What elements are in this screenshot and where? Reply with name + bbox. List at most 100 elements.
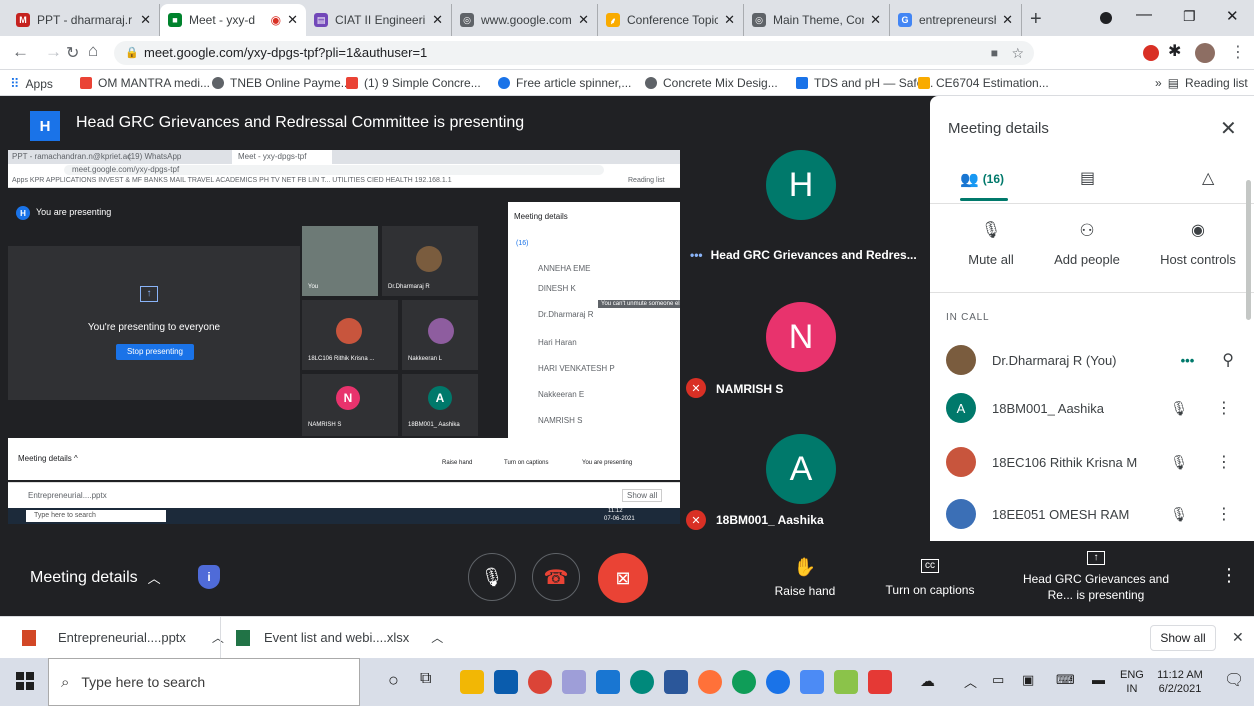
stop-presenting-button[interactable]: Stop presenting [116,344,194,360]
presenting-button[interactable]: ↑ Head GRC Grievances and Re... is prese… [1016,551,1176,603]
url-bar[interactable]: 🔒 meet.google.com/yxy-dpgs-tpf?pli=1&aut… [114,41,1034,65]
more-options-icon[interactable]: ⋮ [1220,565,1238,586]
language-indicator[interactable]: ENG IN [1120,668,1144,696]
meeting-details-button[interactable]: Meeting details ︿ [30,568,161,587]
tab-meet[interactable]: ■ Meet - yxy-d ◉ ✕ [160,4,306,36]
store-icon[interactable] [494,670,518,694]
leave-call-button[interactable]: ☎ [532,553,580,601]
tab-main-theme[interactable]: ◎ Main Theme, Con ✕ [744,4,890,36]
minimize-icon[interactable]: — [1136,6,1152,24]
restore-icon[interactable]: ❐ [1183,8,1196,25]
extension-icon[interactable] [1143,45,1159,61]
download-item-pptx[interactable]: Entrepreneurial....pptx ︿ [22,629,224,646]
word-icon[interactable] [664,670,688,694]
bookmark-om-mantra[interactable]: OM MANTRA medi... [80,76,210,90]
profile-icon[interactable] [1100,12,1112,24]
app-icon[interactable] [562,670,586,694]
inner-tile-rithik: 18LC106 Rithik Krisna ... [302,300,398,370]
show-all-button[interactable]: Show all [1150,625,1216,651]
more-options-icon[interactable]: ⋮ [1216,504,1232,524]
panel-scrollbar[interactable] [1246,180,1251,320]
security-icon[interactable]: ▣ [1022,672,1034,688]
participant-row[interactable]: A 18BM001_ Aashika 🎙 ⋮ [946,388,1242,428]
reading-list[interactable]: » ▤ Reading list [1155,76,1248,90]
more-options-icon[interactable]: ⋮ [1216,452,1232,472]
back-icon[interactable]: ← [12,42,29,62]
close-tab-icon[interactable]: ✕ [287,12,298,28]
bookmark-tneb[interactable]: TNEB Online Payme... [212,76,351,90]
close-panel-icon[interactable]: ✕ [1220,116,1237,141]
bookmark-ce6704[interactable]: CE6704 Estimation... [918,76,1049,90]
tab-people[interactable]: 👥 (16) [960,170,1004,188]
close-tab-icon[interactable]: ✕ [140,12,151,28]
mail-icon[interactable] [596,670,620,694]
globe-icon: ◎ [752,13,766,27]
keyboard-icon[interactable]: ⌨ [1056,672,1075,688]
close-tab-icon[interactable]: ✕ [724,12,735,28]
close-downloads-icon[interactable]: ✕ [1232,629,1244,646]
tray-chevron-icon[interactable]: ︿ [964,672,977,691]
microphone-button[interactable]: 🎙 [468,553,516,601]
raise-hand-button[interactable]: ✋ Raise hand [760,557,850,598]
camera-icon[interactable]: ■ [991,41,998,65]
firefox-icon[interactable] [698,670,722,694]
close-tab-icon[interactable]: ✕ [1002,12,1013,28]
reload-icon[interactable]: ↻ [66,43,79,63]
chrome-profile-icon[interactable] [766,670,790,694]
chrome-icon[interactable] [528,670,552,694]
bookmark-mix-design[interactable]: Concrete Mix Desig... [645,76,778,90]
more-options-icon[interactable]: ⋮ [1216,398,1232,418]
tab-chat[interactable]: ▤ [1080,168,1095,188]
bookmark-tds[interactable]: TDS and pH — Safe... [796,76,933,90]
bookmark-label: Apps [25,77,53,91]
display-icon[interactable]: ▬ [1092,672,1105,687]
download-filename: Entrepreneurial....pptx [58,630,186,645]
forward-icon[interactable]: → [45,42,62,62]
bookmark-spinner[interactable]: Free article spinner,... [498,76,631,90]
photos-icon[interactable] [800,670,824,694]
tab-conference[interactable]: ⸙ Conference Topic ✕ [598,4,744,36]
windows-start-icon[interactable] [16,672,34,690]
meet-app-icon[interactable] [630,670,654,694]
captions-button[interactable]: cc Turn on captions [880,557,980,597]
puzzle-icon[interactable]: ✱ [1168,41,1181,61]
download-item-xlsx[interactable]: Event list and webi....xlsx ︿ [236,629,443,646]
close-window-icon[interactable]: ✕ [1226,7,1239,25]
tab-google[interactable]: ◎ www.google.com ✕ [452,4,598,36]
tab-ciat[interactable]: ▤ CIAT II Engineerin ✕ [306,4,452,36]
notifications-icon[interactable]: 🗨 [1224,670,1244,690]
host-controls-button[interactable]: ◉ Host controls [1148,216,1248,267]
avatar[interactable] [1195,43,1215,63]
tab-activities[interactable]: △ [1202,168,1214,188]
tab-entrepreneurship[interactable]: G entrepreneurship ✕ [890,4,1022,36]
camera-off-button[interactable]: ⊠ [598,553,648,603]
shield-icon[interactable]: i [198,565,220,589]
chrome-alt-icon[interactable] [732,670,756,694]
close-tab-icon[interactable]: ✕ [870,12,881,28]
mute-all-button[interactable]: 🎙 Mute all [946,216,1036,267]
onedrive-icon[interactable]: ☁ [920,672,935,690]
acrobat-icon[interactable] [868,670,892,694]
clock[interactable]: 11:12 AM 6/2/2021 [1150,668,1210,696]
task-view-icon[interactable]: ⧉ [420,670,431,688]
cortana-icon[interactable]: ○ [388,670,399,691]
home-icon[interactable]: ⌂ [88,41,98,61]
taskbar-search[interactable]: ⌕ Type here to search [48,658,360,706]
file-explorer-icon[interactable] [460,670,484,694]
participant-row[interactable]: 18EE051 OMESH RAM 🎙 ⋮ [946,494,1242,534]
paint-icon[interactable] [834,670,858,694]
add-people-button[interactable]: ⚇ Add people [1042,216,1132,267]
new-tab-button[interactable]: + [1030,8,1042,31]
close-tab-icon[interactable]: ✕ [578,12,589,28]
reading-list-icon: ▤ [1167,76,1180,90]
bookmark-apps[interactable]: ⠿ Apps [10,76,53,92]
participant-row[interactable]: Dr.Dharmaraj R (You) ••• ⚲ [946,340,1242,380]
network-icon[interactable]: ▭ [992,672,1004,688]
pin-icon[interactable]: ⚲ [1222,350,1234,370]
star-icon[interactable]: ☆ [1011,41,1024,65]
participant-row[interactable]: 18EC106 Rithik Krisna M 🎙 ⋮ [946,442,1242,482]
menu-icon[interactable]: ⋮ [1230,42,1246,62]
tab-ppt[interactable]: M PPT - dharmaraj.r ✕ [8,4,160,36]
close-tab-icon[interactable]: ✕ [432,12,443,28]
bookmark-concrete[interactable]: (1) 9 Simple Concre... [346,76,481,90]
